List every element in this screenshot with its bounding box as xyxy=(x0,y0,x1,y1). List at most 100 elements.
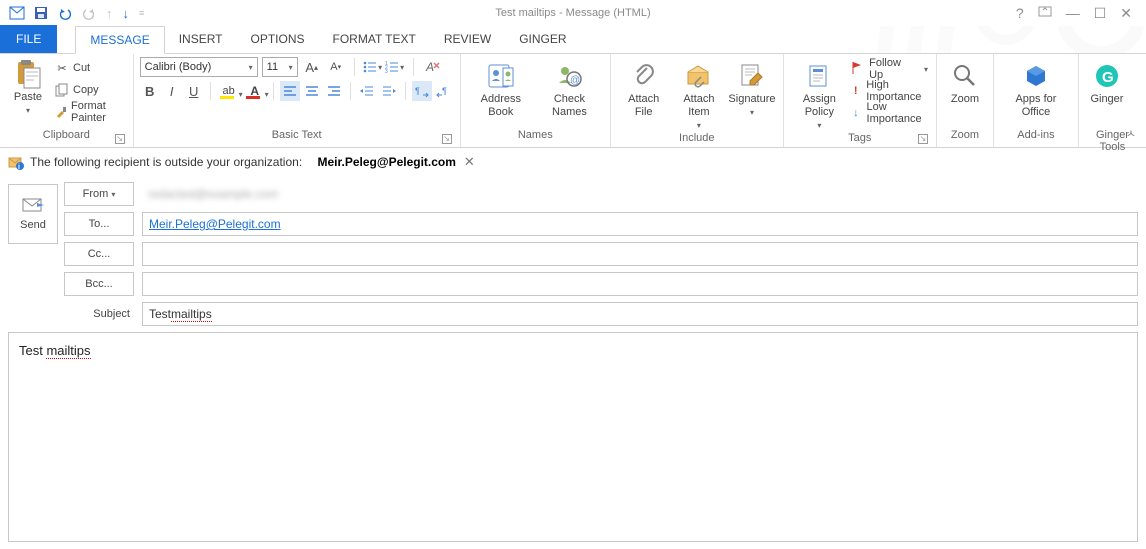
format-painter-button[interactable]: Format Painter xyxy=(54,101,127,123)
svg-text:@: @ xyxy=(570,75,580,86)
body-spell-error: mailtips xyxy=(46,343,90,359)
apps-for-office-button[interactable]: Apps for Office xyxy=(1000,57,1072,119)
bullets-button[interactable]: ▾ xyxy=(363,57,383,77)
signature-label: Signature xyxy=(728,93,775,106)
group-names: Address Book @ Check Names Names xyxy=(461,54,611,147)
dialog-launcher-icon[interactable]: ↘ xyxy=(918,134,928,144)
follow-up-button[interactable]: Follow Up▾ xyxy=(849,59,930,79)
increase-indent-button[interactable] xyxy=(379,81,399,101)
low-importance-label: Low Importance xyxy=(867,101,928,125)
svg-text:G: G xyxy=(1102,69,1114,86)
grow-font-button[interactable]: A▴ xyxy=(302,57,322,77)
shrink-font-button[interactable]: A▾ xyxy=(326,57,346,77)
ribbon: Paste ▾ ✂Cut Copy Format Painter Clipboa… xyxy=(0,54,1146,148)
tab-file[interactable]: FILE xyxy=(0,25,57,53)
from-field[interactable]: redacted@example.com xyxy=(142,182,1138,206)
qat-more-icon[interactable]: ≡ xyxy=(139,8,144,18)
font-color-button[interactable]: A▾ xyxy=(243,81,267,101)
zoom-group-label: Zoom xyxy=(943,129,987,145)
copy-button[interactable]: Copy xyxy=(54,79,127,101)
attach-file-label: Attach File xyxy=(621,93,667,119)
to-button[interactable]: To... xyxy=(64,212,134,236)
ginger-button[interactable]: GGinger xyxy=(1085,57,1129,106)
tab-review[interactable]: REVIEW xyxy=(430,25,505,53)
save-icon[interactable] xyxy=(34,6,48,20)
svg-text:A: A xyxy=(425,60,434,74)
maximize-icon[interactable]: ☐ xyxy=(1094,6,1107,20)
highlight-button[interactable]: ab▾ xyxy=(217,81,241,101)
attach-file-button[interactable]: Attach File xyxy=(617,57,671,119)
signature-icon xyxy=(740,59,764,93)
low-importance-button[interactable]: ↓Low Importance xyxy=(849,103,930,123)
addins-group-label: Add-ins xyxy=(1000,129,1072,145)
bcc-button[interactable]: Bcc... xyxy=(64,272,134,296)
align-center-button[interactable] xyxy=(302,81,322,101)
chevron-down-icon: ▾ xyxy=(817,119,821,132)
align-left-button[interactable] xyxy=(280,81,300,101)
minimize-icon[interactable]: ― xyxy=(1066,6,1080,20)
mail-icon[interactable] xyxy=(10,7,24,19)
tab-insert[interactable]: INSERT xyxy=(165,25,237,53)
mailtip-remove-icon[interactable]: ✕ xyxy=(464,154,475,170)
to-field[interactable]: Meir.Peleg@Pelegit.com xyxy=(142,212,1138,236)
close-icon[interactable]: ✕ xyxy=(1120,6,1132,20)
bcc-field[interactable] xyxy=(142,272,1138,296)
font-size-select[interactable]: 11▾ xyxy=(262,57,298,77)
zoom-button[interactable]: Zoom xyxy=(943,57,987,106)
send-button[interactable]: Send xyxy=(8,184,58,244)
collapse-ribbon-icon[interactable]: ㅅ xyxy=(1126,125,1136,141)
address-book-button[interactable]: Address Book xyxy=(467,57,535,119)
assign-policy-button[interactable]: Assign Policy▾ xyxy=(790,57,849,132)
cc-button[interactable]: Cc... xyxy=(64,242,134,266)
down-arrow-icon[interactable]: ↓ xyxy=(123,6,130,21)
font-size-value: 11 xyxy=(267,61,278,73)
chevron-down-icon: ▾ xyxy=(26,104,30,117)
exclamation-icon: ! xyxy=(851,85,860,97)
clear-formatting-button[interactable]: A xyxy=(422,57,442,77)
high-importance-button[interactable]: !High Importance xyxy=(849,81,930,101)
cut-button[interactable]: ✂Cut xyxy=(54,57,127,79)
ribbon-options-icon[interactable] xyxy=(1038,6,1052,20)
tab-options[interactable]: OPTIONS xyxy=(237,25,319,53)
from-button[interactable]: From ▾ xyxy=(64,182,134,206)
basic-text-group-label: Basic Text xyxy=(272,129,322,141)
numbering-button[interactable]: 123▾ xyxy=(385,57,405,77)
to-recipient[interactable]: Meir.Peleg@Pelegit.com xyxy=(149,217,281,231)
tab-message[interactable]: MESSAGE xyxy=(75,26,164,54)
names-group-label: Names xyxy=(467,129,604,145)
tab-ginger[interactable]: GINGER xyxy=(505,25,580,53)
underline-button[interactable]: U xyxy=(184,81,204,101)
font-name-select[interactable]: Calibri (Body)▾ xyxy=(140,57,258,77)
ginger-icon: G xyxy=(1094,59,1120,93)
mailtip-icon: i xyxy=(8,154,24,170)
quick-access-toolbar: ↑ ↓ ≡ xyxy=(0,6,144,21)
group-tags: Assign Policy▾ Follow Up▾ !High Importan… xyxy=(784,54,937,147)
rtl-button[interactable]: ¶ xyxy=(434,81,454,101)
mailtip-text: The following recipient is outside your … xyxy=(30,155,302,169)
copy-label: Copy xyxy=(73,84,99,96)
flag-icon xyxy=(851,61,863,78)
chevron-down-icon: ▾ xyxy=(378,63,382,72)
tab-format-text[interactable]: FORMAT TEXT xyxy=(319,25,430,53)
check-names-button[interactable]: @ Check Names xyxy=(535,57,604,119)
bold-button[interactable]: B xyxy=(140,81,160,101)
send-label: Send xyxy=(20,219,46,231)
help-icon[interactable]: ? xyxy=(1016,6,1024,20)
decrease-indent-button[interactable] xyxy=(357,81,377,101)
apps-label: Apps for Office xyxy=(1004,93,1068,119)
dialog-launcher-icon[interactable]: ↘ xyxy=(115,134,125,144)
message-body[interactable]: Test mailtips xyxy=(8,332,1138,542)
italic-button[interactable]: I xyxy=(162,81,182,101)
align-right-button[interactable] xyxy=(324,81,344,101)
redo-icon xyxy=(82,7,96,19)
dialog-launcher-icon[interactable]: ↘ xyxy=(442,134,452,144)
paste-button[interactable]: Paste ▾ xyxy=(6,57,50,117)
undo-icon[interactable] xyxy=(58,7,72,19)
ltr-button[interactable]: ¶ xyxy=(412,81,432,101)
signature-button[interactable]: Signature▾ xyxy=(727,57,776,119)
chevron-down-icon: ▾ xyxy=(249,63,253,72)
subject-field[interactable]: Test mailtips xyxy=(142,302,1138,326)
cc-field[interactable] xyxy=(142,242,1138,266)
svg-text:¶: ¶ xyxy=(415,86,420,96)
attach-item-button[interactable]: Attach Item▾ xyxy=(671,57,728,132)
